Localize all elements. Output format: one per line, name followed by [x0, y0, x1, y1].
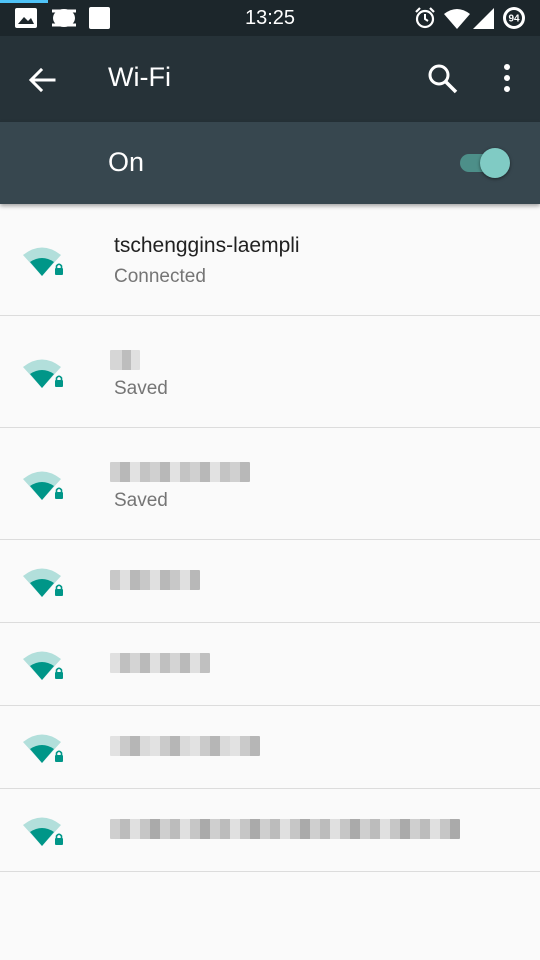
wifi-locked-icon [23, 734, 63, 763]
search-icon[interactable] [426, 62, 460, 96]
wifi-status-icon [444, 9, 470, 29]
wifi-locked-icon [23, 817, 63, 846]
wifi-switch-label: On [108, 147, 145, 177]
wifi-locked-icon [23, 359, 63, 388]
network-item[interactable]: Saved [0, 428, 540, 540]
network-status: Connected [114, 266, 206, 287]
network-ssid: tschenggins-laempli [114, 234, 300, 257]
network-status: Saved [114, 378, 168, 399]
network-item[interactable]: tschenggins-laempli Connected [0, 204, 540, 316]
arrow-back-icon[interactable] [26, 64, 58, 96]
wifi-locked-icon [23, 651, 63, 680]
status-progress-indicator [0, 0, 48, 3]
network-list: tschenggins-laempli Connected Saved Save… [0, 204, 540, 872]
obscured-ssid [110, 819, 460, 839]
status-bar: 13:25 94 [0, 0, 540, 36]
battery-level-text: 94 [508, 14, 520, 25]
obscured-ssid [110, 570, 200, 590]
wifi-locked-icon [23, 568, 63, 597]
alarm-icon [415, 7, 435, 29]
more-vert-icon[interactable] [492, 62, 522, 96]
app-bar: Wi-Fi [0, 36, 540, 122]
network-status: Saved [114, 490, 168, 511]
obscured-ssid [110, 350, 140, 370]
wifi-locked-icon [23, 471, 63, 500]
network-item[interactable] [0, 623, 540, 706]
network-item[interactable]: Saved [0, 316, 540, 428]
page-title: Wi-Fi [108, 62, 171, 92]
obscured-ssid [110, 462, 250, 482]
network-item[interactable] [0, 706, 540, 789]
network-item[interactable] [0, 540, 540, 623]
obscured-ssid [110, 653, 210, 673]
obscured-ssid [110, 736, 260, 756]
network-item[interactable] [0, 789, 540, 872]
wifi-toggle-switch[interactable] [460, 146, 512, 180]
wifi-locked-icon [23, 247, 63, 276]
toggle-thumb [480, 148, 510, 178]
wifi-switch-bar[interactable]: On [0, 122, 540, 204]
cell-signal-icon [473, 8, 494, 29]
battery-icon: 94 [503, 7, 525, 29]
